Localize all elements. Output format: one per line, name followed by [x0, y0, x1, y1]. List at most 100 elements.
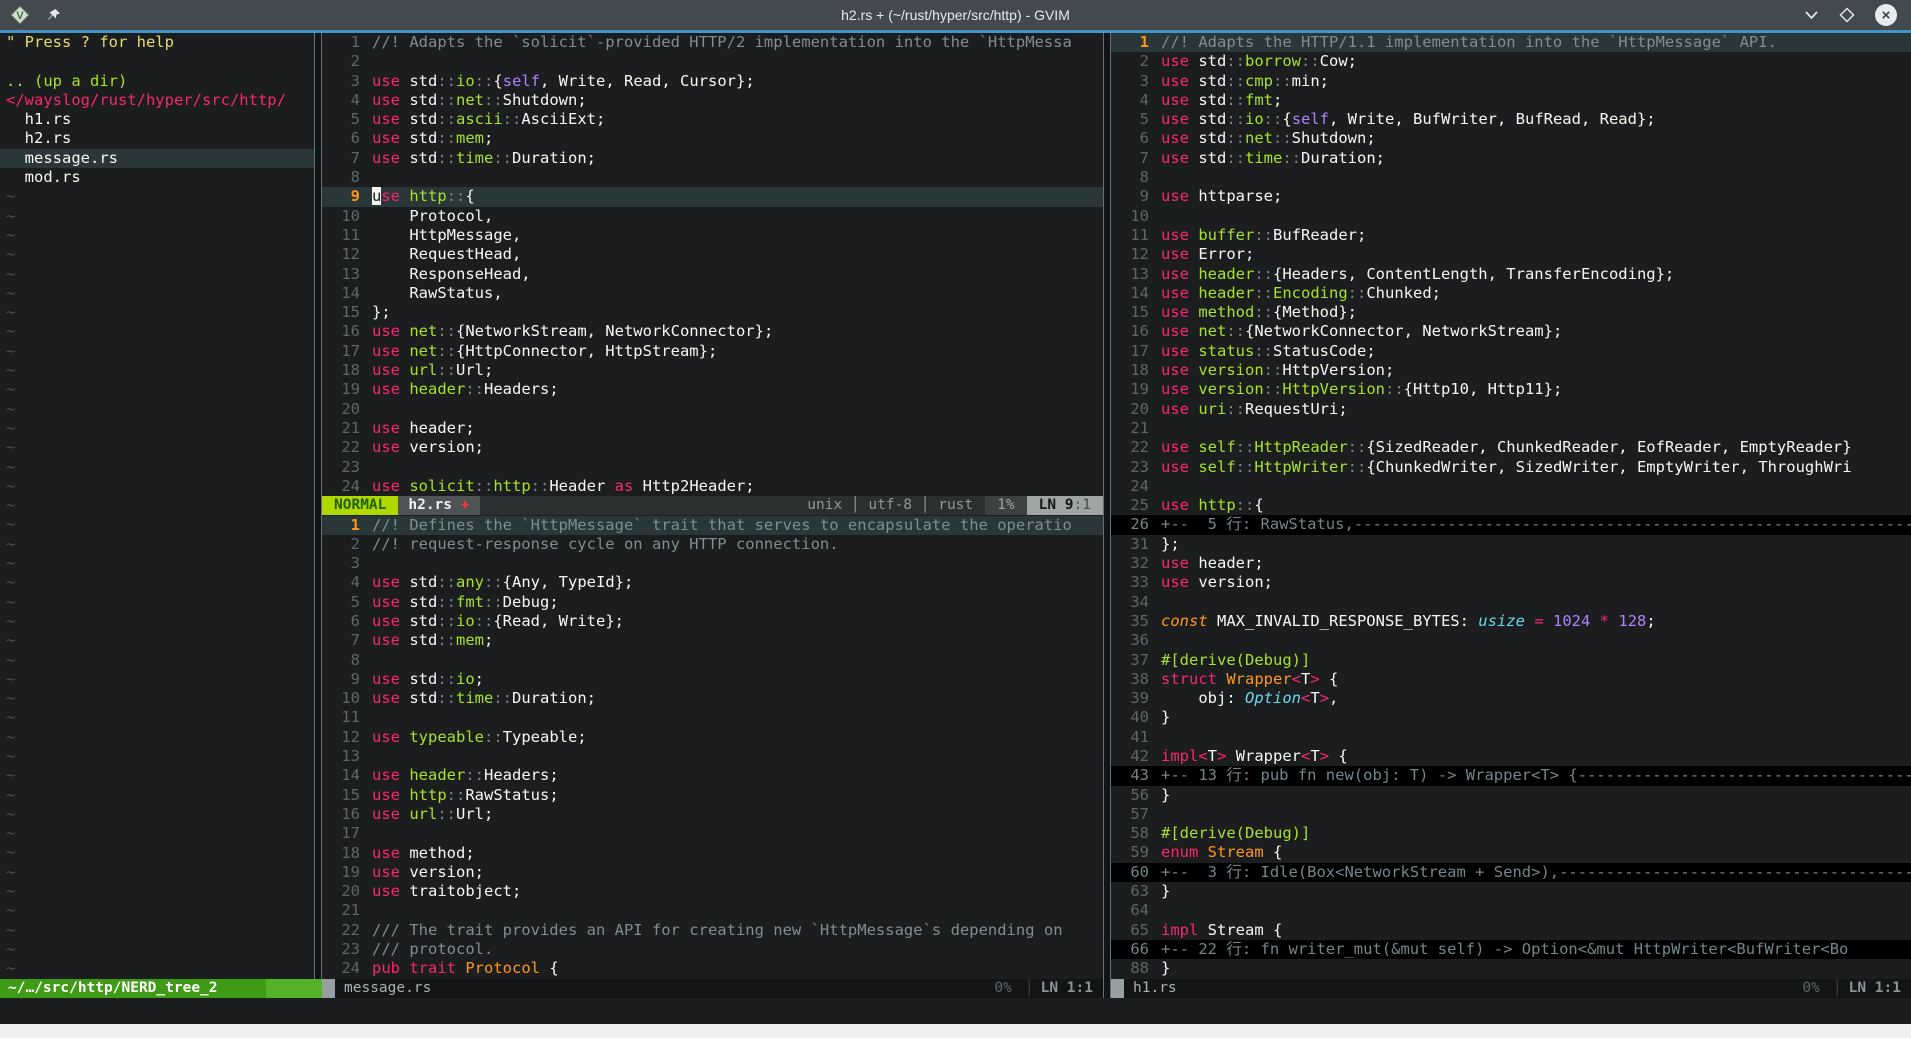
tree-item-message-rs[interactable]: message.rs — [0, 149, 314, 168]
code-line[interactable]: 11use buffer::BufReader; — [1111, 226, 1911, 245]
code-line[interactable]: 33use version; — [1111, 573, 1911, 592]
code-line[interactable]: 7use std::time::Duration; — [1111, 149, 1911, 168]
code-line[interactable]: 14use header::Encoding::Chunked; — [1111, 284, 1911, 303]
code-line[interactable]: 14 RawStatus, — [322, 284, 1103, 303]
code-line[interactable]: 59enum Stream { — [1111, 843, 1911, 862]
code-line[interactable]: 25use http::{ — [1111, 496, 1911, 515]
code-line[interactable]: 1//! Adapts the `solicit`-provided HTTP/… — [322, 33, 1103, 52]
code-line[interactable]: 9use httparse; — [1111, 187, 1911, 206]
code-line[interactable]: 22use self::HttpReader::{SizedReader, Ch… — [1111, 438, 1911, 457]
editor-pane-h2[interactable]: 1//! Adapts the `solicit`-provided HTTP/… — [322, 33, 1103, 496]
code-line[interactable]: 58#[derive(Debug)] — [1111, 824, 1911, 843]
tree-root-path[interactable]: </wayslog/rust/hyper/src/http/ — [0, 91, 314, 110]
code-line[interactable]: 9use std::io; — [322, 670, 1103, 689]
code-line[interactable]: 6use std::mem; — [322, 129, 1103, 148]
code-line[interactable]: 15use method::{Method}; — [1111, 303, 1911, 322]
minimize-chevron-icon[interactable] — [1804, 10, 1819, 20]
code-line[interactable]: 4use std::net::Shutdown; — [322, 91, 1103, 110]
code-line[interactable]: 7use std::mem; — [322, 631, 1103, 650]
code-line[interactable]: 15}; — [322, 303, 1103, 322]
nerdtree-panel[interactable]: " Press ? for help.. (up a dir)</wayslog… — [0, 33, 314, 979]
code-line[interactable]: 3use std::io::{self, Write, Read, Cursor… — [322, 72, 1103, 91]
code-line[interactable]: 60+-- 3 行: Idle(Box<NetworkStream + Send… — [1111, 863, 1911, 882]
code-line[interactable]: 16use net::{NetworkConnector, NetworkStr… — [1111, 322, 1911, 341]
code-line[interactable]: 13use header::{Headers, ContentLength, T… — [1111, 265, 1911, 284]
code-line[interactable]: 6use std::net::Shutdown; — [1111, 129, 1911, 148]
code-line[interactable]: 4use std::any::{Any, TypeId}; — [322, 573, 1103, 592]
code-line[interactable]: 12use Error; — [1111, 245, 1911, 264]
code-line[interactable]: 10 Protocol, — [322, 207, 1103, 226]
code-line[interactable]: 24 — [1111, 477, 1911, 496]
code-line[interactable]: 19use version; — [322, 863, 1103, 882]
code-line[interactable]: 66+-- 22 行: fn writer_mut(&mut self) -> … — [1111, 940, 1911, 959]
code-line[interactable]: 20 — [322, 400, 1103, 419]
code-line[interactable]: 4use std::fmt; — [1111, 91, 1911, 110]
code-line[interactable]: 13 — [322, 747, 1103, 766]
tree-item-mod-rs[interactable]: mod.rs — [0, 168, 314, 187]
code-line[interactable]: 18use method; — [322, 844, 1103, 863]
code-line[interactable]: 56} — [1111, 786, 1911, 805]
code-line[interactable]: 1//! Adapts the HTTP/1.1 implementation … — [1111, 33, 1911, 52]
code-line[interactable]: 57 — [1111, 805, 1911, 824]
code-line[interactable]: 16use net::{NetworkStream, NetworkConnec… — [322, 322, 1103, 341]
code-line[interactable]: 18use url::Url; — [322, 361, 1103, 380]
code-line[interactable]: 5use std::fmt::Debug; — [322, 593, 1103, 612]
pane-divider[interactable] — [1103, 33, 1111, 998]
code-line[interactable]: 34 — [1111, 593, 1911, 612]
code-line[interactable]: 23 — [322, 458, 1103, 477]
code-line[interactable]: 1//! Defines the `HttpMessage` trait tha… — [322, 516, 1103, 535]
code-line[interactable]: 22use version; — [322, 438, 1103, 457]
code-line[interactable]: 12 RequestHead, — [322, 245, 1103, 264]
tree-blank-line[interactable] — [0, 52, 314, 71]
tree-up-dir[interactable]: .. (up a dir) — [0, 72, 314, 91]
code-line[interactable]: 5use std::ascii::AsciiExt; — [322, 110, 1103, 129]
editor-pane-message[interactable]: 1//! Defines the `HttpMessage` trait tha… — [322, 516, 1103, 979]
code-line[interactable]: 37#[derive(Debug)] — [1111, 651, 1911, 670]
code-line[interactable]: 39 obj: Option<T>, — [1111, 689, 1911, 708]
code-line[interactable]: 2 — [322, 52, 1103, 71]
code-line[interactable]: 14use header::Headers; — [322, 766, 1103, 785]
code-line[interactable]: 22/// The trait provides an API for crea… — [322, 921, 1103, 940]
code-line[interactable]: 42impl<T> Wrapper<T> { — [1111, 747, 1911, 766]
close-button[interactable]: × — [1875, 4, 1897, 26]
code-line[interactable]: 24use solicit::http::Header as Http2Head… — [322, 477, 1103, 496]
code-line[interactable]: 17 — [322, 824, 1103, 843]
tree-item-h2-rs[interactable]: h2.rs — [0, 129, 314, 148]
code-line[interactable]: 88} — [1111, 959, 1911, 978]
code-line[interactable]: 13 ResponseHead, — [322, 265, 1103, 284]
code-line[interactable]: 3 — [322, 554, 1103, 573]
code-line[interactable]: 21 — [322, 901, 1103, 920]
code-line[interactable]: 31}; — [1111, 535, 1911, 554]
pane-divider[interactable] — [314, 33, 322, 998]
code-line[interactable]: 5use std::io::{self, Write, BufWriter, B… — [1111, 110, 1911, 129]
code-line[interactable]: 23use self::HttpWriter::{ChunkedWriter, … — [1111, 458, 1911, 477]
code-line[interactable]: 3use std::cmp::min; — [1111, 72, 1911, 91]
code-line[interactable]: 40} — [1111, 708, 1911, 727]
code-line[interactable]: 43+-- 13 行: pub fn new(obj: T) -> Wrappe… — [1111, 766, 1911, 785]
code-line[interactable]: 10use std::time::Duration; — [322, 689, 1103, 708]
code-line[interactable]: 20use uri::RequestUri; — [1111, 400, 1911, 419]
code-line[interactable]: 21use header; — [322, 419, 1103, 438]
code-line[interactable]: 2//! request-response cycle on any HTTP … — [322, 535, 1103, 554]
code-line[interactable]: 21 — [1111, 419, 1911, 438]
code-line[interactable]: 23/// protocol. — [322, 940, 1103, 959]
code-line[interactable]: 19use header::Headers; — [322, 380, 1103, 399]
code-line[interactable]: 8 — [322, 651, 1103, 670]
code-line[interactable]: 36 — [1111, 631, 1911, 650]
code-line[interactable]: 9use http::{ — [322, 187, 1103, 206]
restore-diamond-icon[interactable] — [1839, 7, 1855, 23]
code-line[interactable]: 19use version::HttpVersion::{Http10, Htt… — [1111, 380, 1911, 399]
code-line[interactable]: 8 — [1111, 168, 1911, 187]
code-line[interactable]: 7use std::time::Duration; — [322, 149, 1103, 168]
code-line[interactable]: 10 — [1111, 207, 1911, 226]
code-line[interactable]: 8 — [322, 168, 1103, 187]
code-line[interactable]: 41 — [1111, 728, 1911, 747]
command-line[interactable] — [0, 998, 1911, 1024]
code-line[interactable]: 18use version::HttpVersion; — [1111, 361, 1911, 380]
code-line[interactable]: 11 HttpMessage, — [322, 226, 1103, 245]
pin-icon[interactable] — [46, 8, 61, 23]
tree-item-h1-rs[interactable]: h1.rs — [0, 110, 314, 129]
code-line[interactable]: 6use std::io::{Read, Write}; — [322, 612, 1103, 631]
code-line[interactable]: 35const MAX_INVALID_RESPONSE_BYTES: usiz… — [1111, 612, 1911, 631]
code-line[interactable]: 17use net::{HttpConnector, HttpStream}; — [322, 342, 1103, 361]
